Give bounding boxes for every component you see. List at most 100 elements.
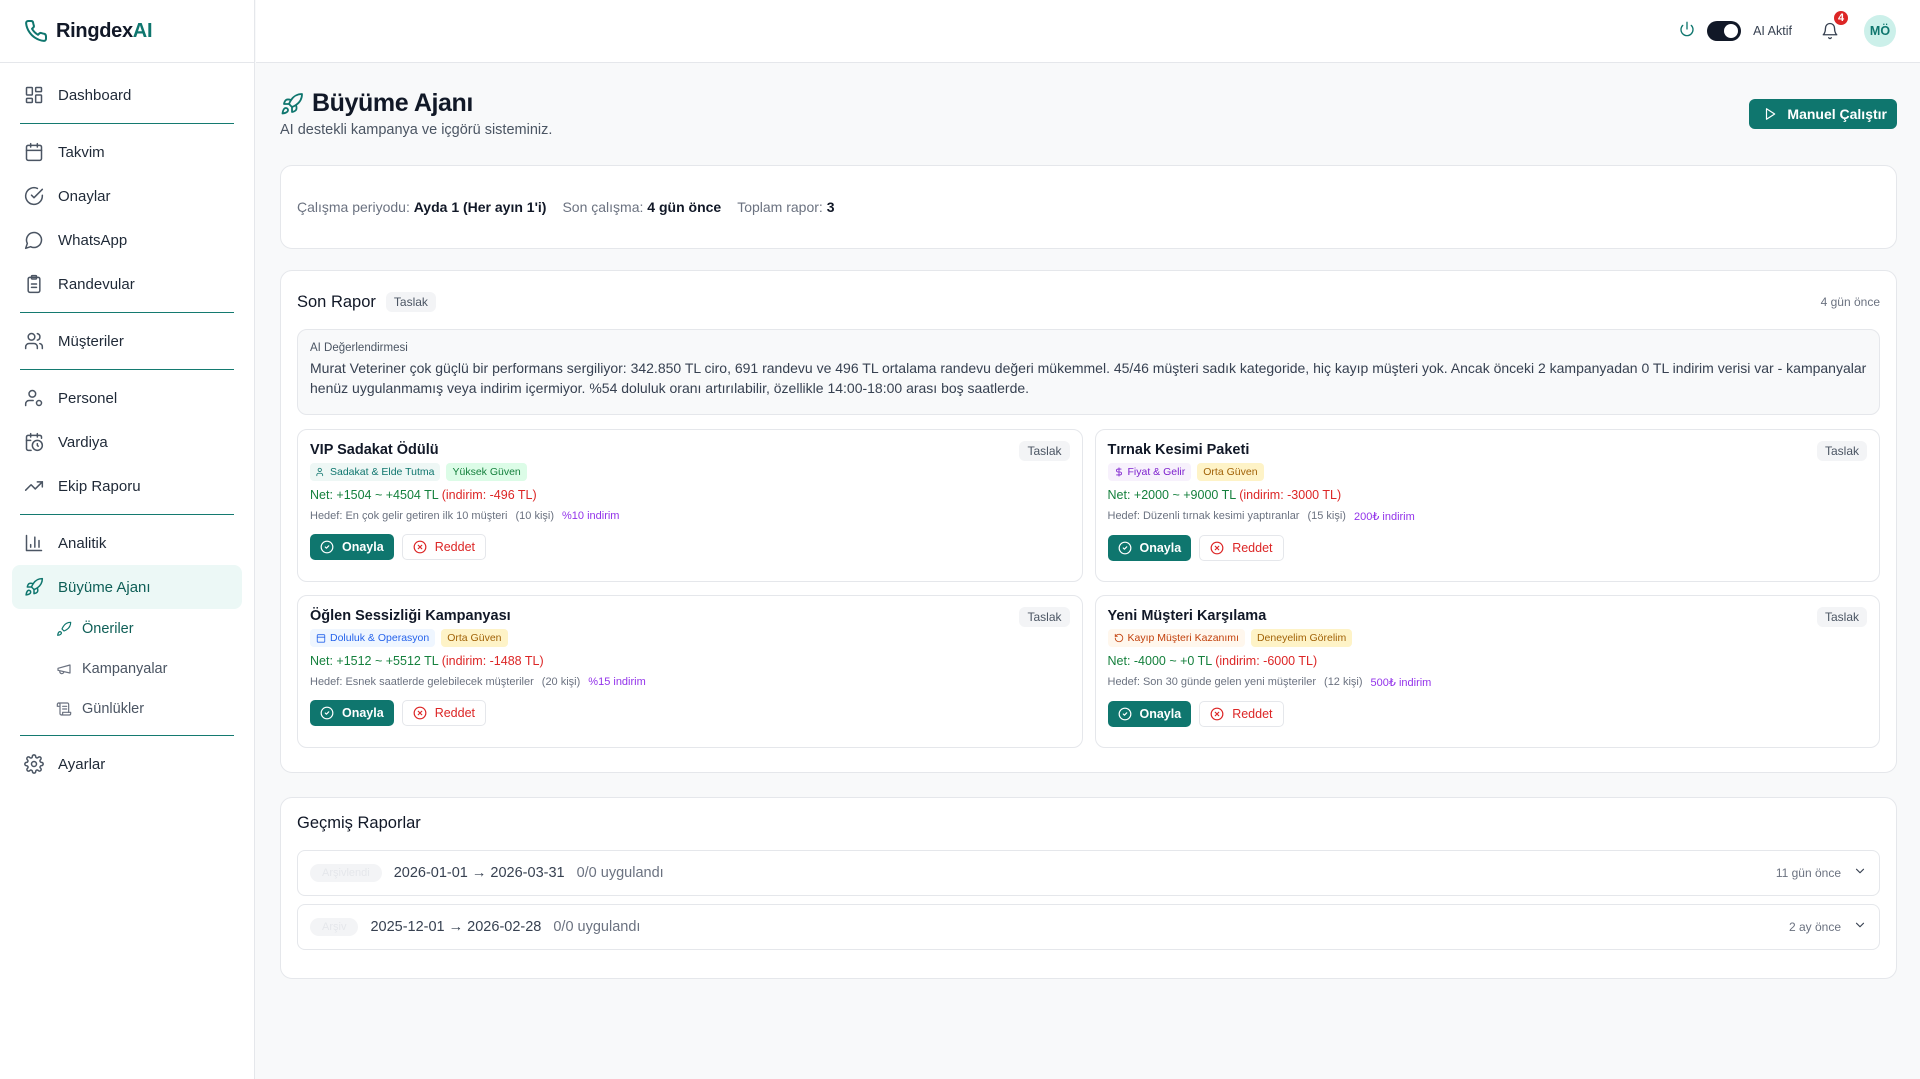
- campaign-actions: Onayla Reddet: [310, 700, 1070, 726]
- notification-badge: 4: [1832, 9, 1850, 27]
- net-estimate: Net: +1512 ~ +5512 TL (indirim: -1488 TL…: [310, 654, 1070, 668]
- net-estimate: Net: +2000 ~ +9000 TL (indirim: -3000 TL…: [1108, 488, 1868, 502]
- calendar-icon: [25, 142, 43, 162]
- status-badge: Taslak: [1816, 607, 1867, 627]
- target-info: Hedef: Son 30 günde gelen yeni müşterile…: [1108, 676, 1868, 689]
- sidebar-item-dashboard[interactable]: Dashboard: [12, 73, 242, 117]
- sidebar-item-buyume-ajani[interactable]: Büyüme Ajanı: [12, 565, 242, 609]
- rocket-icon: [281, 92, 303, 114]
- megaphone-icon: [57, 664, 71, 675]
- sidebar-item-ekip-raporu[interactable]: Ekip Raporu: [12, 464, 242, 508]
- page-title: Büyüme Ajanı: [312, 89, 473, 117]
- discount-value: (indirim: -496 TL): [441, 488, 537, 502]
- sidebar-item-onaylar[interactable]: Onaylar: [12, 174, 242, 218]
- reject-button[interactable]: Reddet: [401, 700, 486, 726]
- phone-icon: [25, 19, 48, 42]
- approve-button[interactable]: Onayla: [1107, 701, 1192, 727]
- avatar[interactable]: MÖ: [1864, 15, 1896, 47]
- sidebar-item-analitik[interactable]: Analitik: [12, 521, 242, 565]
- chevron-down-icon[interactable]: [1853, 864, 1867, 882]
- notification-button[interactable]: 4: [1818, 9, 1850, 43]
- target-text: Hedef: Son 30 günde gelen yeni müşterile…: [1107, 676, 1317, 688]
- category-label: Kayıp Müşteri Kazanımı: [1127, 632, 1239, 644]
- category-chip: Fiyat & Gelir: [1107, 463, 1192, 481]
- category-chip: Kayıp Müşteri Kazanımı: [1107, 629, 1245, 647]
- message-circle-icon: [24, 231, 43, 250]
- category-chip: Doluluk & Operasyon: [310, 629, 436, 647]
- sidebar-item-label: Büyüme Ajanı: [58, 578, 151, 596]
- power-icon: [1679, 21, 1695, 42]
- reject-label: Reddet: [1232, 707, 1273, 721]
- history-range: 2025-12-01 → 2026-02-28: [370, 919, 542, 935]
- last-run-label: Son çalışma:: [562, 199, 644, 215]
- chevron-down-icon[interactable]: [1853, 918, 1867, 936]
- sidebar-item-randevular[interactable]: Randevular: [12, 262, 242, 306]
- category-label: Doluluk & Operasyon: [330, 632, 430, 644]
- status-badge: Arşiv: [310, 918, 359, 936]
- reject-button[interactable]: Reddet: [1199, 701, 1284, 727]
- reject-button[interactable]: Reddet: [1199, 535, 1284, 561]
- reject-button[interactable]: Reddet: [401, 534, 486, 560]
- offer-text: %10 indirim: [562, 510, 620, 522]
- status-badge: Arşivlendi: [310, 864, 382, 882]
- x-circle-icon: [1210, 541, 1224, 555]
- x-circle-icon: [413, 706, 427, 720]
- users-icon: [316, 467, 324, 477]
- manual-run-label: Manuel Çalıştır: [1787, 106, 1887, 122]
- sidebar-item-takvim[interactable]: Takvim: [12, 130, 242, 174]
- sidebar-item-personel[interactable]: Personel: [12, 376, 242, 420]
- total-report-label: Toplam rapor:: [737, 199, 823, 215]
- reject-label: Reddet: [1232, 541, 1273, 555]
- history-applied: 0/0 uygulandı: [576, 865, 664, 881]
- history-applied: 0/0 uygulandı: [553, 919, 641, 935]
- sidebar-item-vardiya[interactable]: Vardiya: [12, 420, 242, 464]
- sidebar-item-whatsapp[interactable]: WhatsApp: [12, 218, 242, 262]
- approve-label: Onayla: [1139, 707, 1182, 721]
- sidebar-subitem-gunlukler[interactable]: Günlükler: [56, 689, 254, 729]
- approve-button[interactable]: Onayla: [310, 700, 394, 726]
- trending-up-icon: [24, 481, 44, 491]
- logo-text: RingdexAI: [56, 20, 153, 43]
- ai-evaluation: AI Değerlendirmesi Murat Veteriner çok g…: [297, 329, 1880, 415]
- net-value: Net: +1504 ~ +4504 TL: [310, 488, 439, 502]
- campaign-card: Yeni Müşteri Karşılama Taslak Kayıp Müşt…: [1094, 595, 1880, 748]
- discount-value: (indirim: -3000 TL): [1239, 488, 1342, 502]
- user-cog-icon: [24, 389, 43, 407]
- campaign-chips: Kayıp Müşteri Kazanımı Deneyelim Görelim: [1107, 629, 1868, 647]
- approve-button[interactable]: Onayla: [1107, 535, 1192, 561]
- target-text: Hedef: En çok gelir getiren ilk 10 müşte…: [310, 510, 508, 522]
- status-badge: Taslak: [1019, 607, 1070, 627]
- bar-chart-icon: [25, 534, 43, 552]
- users-icon: [24, 332, 44, 350]
- calendar-clock-icon: [25, 432, 44, 452]
- check-circle-icon: [1118, 707, 1131, 721]
- sidebar-item-label: Ekip Raporu: [58, 477, 141, 495]
- sidebar-item-label: Takvim: [58, 143, 105, 161]
- ai-evaluation-text: Murat Veteriner çok güçlü bir performans…: [310, 360, 1867, 396]
- sidebar-subitem-label: Günlükler: [82, 701, 145, 717]
- dollar-icon: [1115, 467, 1122, 477]
- history-row[interactable]: Arşiv 2025-12-01 → 2026-02-28 0/0 uygula…: [297, 904, 1880, 950]
- app-logo[interactable]: RingdexAI: [0, 0, 254, 63]
- x-circle-icon: [1210, 707, 1224, 721]
- sidebar-subitem-kampanyalar[interactable]: Kampanyalar: [56, 649, 254, 689]
- sidebar-item-ayarlar[interactable]: Ayarlar: [12, 742, 242, 786]
- category-label: Fiyat & Gelir: [1127, 466, 1186, 478]
- rocket-icon: [25, 577, 44, 596]
- sidebar-item-label: Onaylar: [58, 187, 111, 205]
- history-row[interactable]: Arşivlendi 2026-01-01 → 2026-03-31 0/0 u…: [297, 850, 1880, 896]
- approve-button[interactable]: Onayla: [310, 534, 394, 560]
- page-subtitle: AI destekli kampanya ve içgörü sistemini…: [280, 122, 553, 138]
- campaign-actions: Onayla Reddet: [310, 534, 1070, 560]
- target-text: Hedef: Esnek saatlerde gelebilecek müşte…: [310, 676, 534, 688]
- total-report-info: Toplam rapor: 3: [737, 199, 834, 215]
- campaign-actions: Onayla Reddet: [1107, 701, 1868, 727]
- net-estimate: Net: -4000 ~ +0 TL (indirim: -6000 TL): [1108, 654, 1868, 668]
- ai-toggle[interactable]: [1707, 21, 1742, 41]
- sidebar-item-musteriler[interactable]: Müşteriler: [12, 319, 242, 363]
- manual-run-button[interactable]: Manuel Çalıştır: [1749, 99, 1897, 129]
- sidebar-subitem-oneriler[interactable]: Öneriler: [56, 609, 254, 649]
- check-circle-icon: [320, 706, 334, 720]
- sidebar-item-label: Ayarlar: [58, 755, 106, 773]
- target-info: Hedef: Düzenli tırnak kesimi yaptıranlar…: [1108, 510, 1868, 523]
